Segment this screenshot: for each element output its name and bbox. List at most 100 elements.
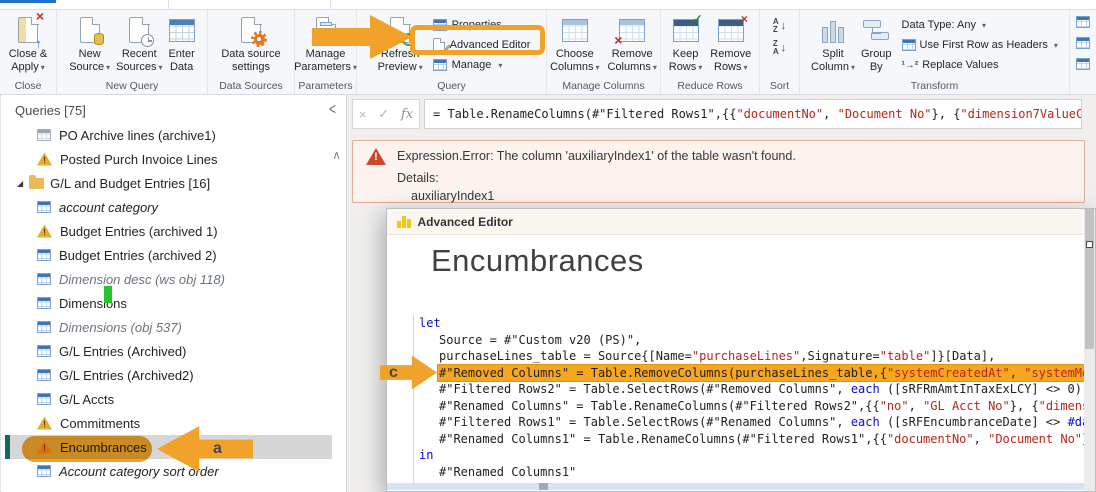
code-token: ([sRFRmAmtInTaxExLCY] <> 0)), [879,382,1086,396]
ribbon-group-close: × ↑ Close & Apply ▾ Close [0,9,57,94]
query-item[interactable]: Dimensions [5,291,332,315]
query-item[interactable]: Dimension desc (ws obj 118) [5,267,332,291]
dropdown-caret-icon: ▾ [595,62,600,72]
warning-icon: ! [37,416,52,430]
formula-cancel-button[interactable]: × [359,107,367,122]
query-item[interactable]: Account category sort order [5,459,332,483]
query-item[interactable]: ! Posted Purch Invoice Lines [5,147,332,171]
formula-token: }, { [931,107,961,121]
error-message-box: ! Expression.Error: The column 'auxiliar… [352,140,1085,203]
query-item-label: PO Archive lines (archive1) [59,127,216,143]
new-source-button[interactable]: New Source ▾ [69,13,110,74]
sort-descending-button[interactable]: ZA ↓ [773,40,786,55]
scrollbar-up-icon[interactable]: ∧ [332,148,341,162]
power-bi-logo-icon [397,215,411,228]
ribbon-group-parameters: Manage Parameters ▾ Parameters [294,10,357,94]
button-label: Group [860,48,892,60]
manage-menu-item[interactable]: Manage ▾ [428,55,531,75]
code-token: ([sRFEncumbranceDate] <> [879,415,1068,429]
recent-sources-button[interactable]: Recent Sources ▾ [116,13,162,74]
remove-columns-icon: × [614,14,646,47]
choose-columns-button[interactable]: Choose Columns ▾ [550,13,600,74]
replace-values-button[interactable]: ¹→² Replace Values [898,55,1058,75]
code-token: #"Renamed Columns1" [439,464,577,479]
close-apply-icon: × ↑ [18,9,44,50]
dropdown-caret-icon: ▾ [106,62,111,72]
horizontal-scrollbar[interactable] [387,483,1085,490]
button-label: Source ▾ [69,60,111,73]
merge-queries-icon[interactable] [1076,16,1090,28]
group-label-query: Query [437,80,466,92]
ribbon-group-data-sources: Data source settings Data Sources [208,10,295,94]
down-arrow-icon: ↓ [780,41,787,54]
tab-divider [330,0,331,10]
ribbon-group-manage-columns: Choose Columns ▾ × Remove Columns ▾ Manage… [547,10,661,94]
tree-expander-icon[interactable]: ◢ [17,179,23,188]
button-label: Data source [221,48,281,60]
code-line: #"Renamed Columns" = Table.RenameColumns… [419,398,1086,415]
button-label: Apply ▾ [11,60,45,73]
document-shape [79,16,104,45]
annotation-letter-a: a [213,440,222,457]
formula-commit-button[interactable]: ✓ [378,106,389,122]
group-label-transform: Transform [910,80,959,92]
button-label: Keep [672,48,699,60]
vertical-scrollbar[interactable] [1084,209,1095,491]
split-column-button[interactable]: Split Column ▾ [811,13,855,74]
advanced-editor-dialog: Advanced Editor Encumbrances let Source =… [386,208,1096,492]
code-token: #"Filtered Rows1" = Table.SelectRows(#"R… [439,415,851,429]
code-token: "purchaseLines" [691,349,801,363]
button-label: Column ▾ [811,60,855,73]
code-token: "GL Acct No" [923,398,1010,413]
data-type-label: Data Type: Any [901,19,976,31]
use-first-row-as-headers-button[interactable]: Use First Row as Headers ▾ [898,35,1058,55]
sort-ascending-button[interactable]: AZ ↓ [773,18,786,33]
code-token: purchaseLines_table = Source{[Name= [439,349,692,363]
query-item[interactable]: ◢ G/L and Budget Entries [16] [5,171,332,195]
button-label: Data [169,60,194,73]
dialog-title-bar: Advanced Editor [387,209,1095,235]
append-queries-icon[interactable] [1076,37,1090,49]
query-item[interactable]: G/L Entries (Archived) [5,339,332,363]
group-label-sort: Sort [769,80,790,92]
new-source-icon [79,14,104,46]
dropdown-caret-icon: ▾ [418,62,423,72]
remove-rows-button[interactable]: × Remove Rows ▾ [710,13,751,74]
data-source-settings-icon [241,14,267,47]
query-item[interactable]: G/L Accts [5,387,332,411]
error-details-value: auxiliaryIndex1 [411,189,495,203]
data-source-settings-button[interactable]: Data source settings [221,13,281,73]
query-item[interactable]: ! Commitments [5,411,332,435]
query-item[interactable]: PO Archive lines (archive1) [5,123,332,147]
button-label: Recent [121,48,157,60]
keep-rows-button[interactable]: ✓ Keep Rows ▾ [669,13,703,74]
button-label: settings [232,60,270,73]
combine-files-icon[interactable] [1076,58,1090,70]
query-item[interactable]: account category [5,195,332,219]
formula-input[interactable]: = Table.RenameColumns(#"Filtered Rows1",… [424,99,1082,129]
code-editor[interactable]: let Source = #"Custom v20 (PS)", purchaseL… [413,315,1086,485]
group-by-button[interactable]: Group By [861,13,892,73]
warning-exclamation: ! [43,226,46,237]
code-token: each [850,382,880,396]
close-and-apply-button[interactable]: × ↑ Close & Apply ▾ [9,9,48,74]
dropdown-caret-icon: ▾ [850,62,855,72]
active-tab-underline [0,0,56,3]
enter-data-button[interactable]: Enter Data [168,13,195,73]
formula-token: "documentNo" [736,107,824,121]
scrollbar-thumb[interactable] [1085,209,1094,349]
choose-columns-icon [561,14,588,46]
query-item[interactable]: ! Budget Entries (archived 1) [5,219,332,243]
button-label: Columns ▾ [550,60,600,73]
query-item[interactable]: G/L Entries (Archived2) [5,363,332,387]
enter-data-icon [168,14,195,46]
query-item[interactable]: Budget Entries (archived 2) [5,243,332,267]
database-cylinder-icon [93,33,104,45]
table-icon [37,297,51,309]
collapse-pane-icon[interactable]: < [329,100,336,119]
data-type-dropdown[interactable]: Data Type: Any ▾ [898,15,1058,35]
code-token: "dimension2Va [1038,398,1086,413]
query-item[interactable]: Dimensions (obj 537) [5,315,332,339]
scrollbar-grip[interactable] [539,483,548,490]
remove-columns-button[interactable]: × Remove Columns ▾ [608,13,657,74]
